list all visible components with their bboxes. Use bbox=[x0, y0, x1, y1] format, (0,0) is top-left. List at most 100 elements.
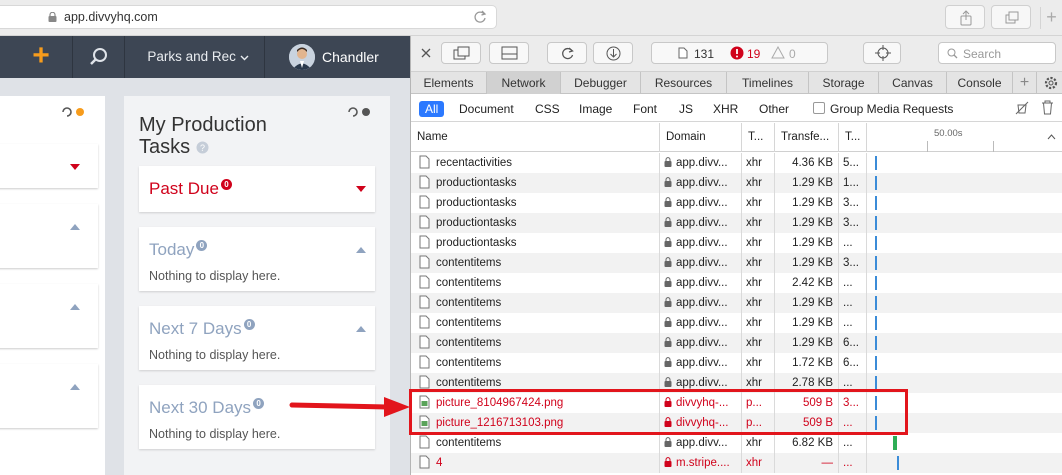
tab-network[interactable]: Network bbox=[487, 72, 561, 94]
app-navbar: + Parks and Rec Chandler bbox=[0, 36, 410, 78]
expand-caret-icon[interactable] bbox=[356, 247, 366, 253]
caret-down-icon[interactable] bbox=[70, 164, 80, 170]
task-card[interactable] bbox=[0, 284, 98, 348]
cell-name: productiontasks bbox=[411, 173, 660, 193]
share-button[interactable] bbox=[945, 5, 985, 29]
cell-transfer: 1.29 KB bbox=[775, 293, 839, 313]
document-icon bbox=[419, 275, 430, 289]
table-row[interactable]: contentitems app.divv... xhr 1.29 KB... bbox=[411, 313, 1062, 333]
lock-icon bbox=[664, 357, 672, 367]
cell-type: xhr bbox=[742, 273, 775, 293]
column-tools[interactable] bbox=[346, 105, 376, 119]
caret-up-icon[interactable] bbox=[70, 384, 80, 390]
cell-name: recentactivities bbox=[411, 153, 660, 173]
column-name[interactable]: Name bbox=[411, 123, 660, 152]
lock-icon bbox=[664, 277, 672, 287]
table-row[interactable]: 4 m.stripe.... xhr —... bbox=[411, 453, 1062, 473]
table-row[interactable]: contentitems app.divv... xhr 1.29 KB 6... bbox=[411, 333, 1062, 353]
reload-page-button[interactable] bbox=[547, 42, 587, 64]
table-row[interactable]: productiontasks app.divv... xhr 1.29 KB 1... bbox=[411, 173, 1062, 193]
task-card[interactable] bbox=[0, 364, 98, 428]
column-transfer[interactable]: Transfe... bbox=[775, 123, 839, 152]
activity-counts[interactable]: 131 19 0 bbox=[651, 42, 828, 64]
add-button[interactable]: + bbox=[16, 41, 66, 72]
table-row[interactable]: contentitems app.divv... xhr 1.29 KB 3... bbox=[411, 253, 1062, 273]
org-switcher[interactable]: Parks and Rec bbox=[132, 36, 264, 78]
nav-divider bbox=[124, 36, 125, 78]
lock-icon bbox=[664, 377, 672, 387]
waterfall-bar bbox=[875, 336, 877, 350]
column-type[interactable]: T... bbox=[742, 123, 775, 152]
table-row[interactable]: productiontasks app.divv... xhr 1.29 KB 3... bbox=[411, 193, 1062, 213]
address-bar[interactable]: app.divvyhq.com bbox=[0, 5, 497, 29]
table-row[interactable]: contentitems app.divv... xhr 2.42 KB... bbox=[411, 273, 1062, 293]
detach-button[interactable] bbox=[441, 42, 481, 64]
empty-note: Nothing to display here. bbox=[149, 348, 281, 362]
column-domain[interactable]: Domain bbox=[660, 123, 742, 152]
disable-cache-icon[interactable] bbox=[1015, 101, 1029, 115]
timeline-tick bbox=[993, 141, 994, 152]
avatar bbox=[289, 44, 315, 70]
task-card[interactable] bbox=[0, 144, 98, 188]
caret-up-icon[interactable] bbox=[70, 224, 80, 230]
new-tab-button[interactable]: + bbox=[1040, 7, 1062, 29]
download-har-button[interactable] bbox=[593, 42, 633, 64]
inspector-search[interactable]: Search bbox=[938, 42, 1056, 64]
highlight-box bbox=[409, 389, 908, 435]
table-row[interactable]: contentitems app.divv... xhr 6.82 KB... bbox=[411, 433, 1062, 453]
filter-image[interactable]: Image bbox=[579, 101, 612, 117]
add-tab-button[interactable]: + bbox=[1013, 72, 1037, 94]
past-due-card[interactable]: Past Due 0 bbox=[139, 166, 375, 212]
next-7-days-card[interactable]: Next 7 Days 0 Nothing to display here. bbox=[139, 306, 375, 370]
search-icon[interactable] bbox=[80, 46, 116, 68]
group-media-checkbox[interactable] bbox=[813, 102, 825, 114]
today-card[interactable]: Today 0 Nothing to display here. bbox=[139, 227, 375, 291]
tab-resources[interactable]: Resources bbox=[641, 72, 727, 94]
table-row[interactable]: contentitems app.divv... xhr 1.72 KB 6... bbox=[411, 353, 1062, 373]
column-waterfall: 50.00s bbox=[867, 123, 1062, 152]
filter-other[interactable]: Other bbox=[759, 101, 789, 117]
tab-debugger[interactable]: Debugger bbox=[561, 72, 641, 94]
cell-name: contentitems bbox=[411, 353, 660, 373]
user-menu[interactable]: Chandler bbox=[265, 36, 410, 78]
table-row[interactable]: productiontasks app.divv... xhr 1.29 KB 3... bbox=[411, 213, 1062, 233]
column-time[interactable]: T... bbox=[839, 123, 867, 152]
filter-js[interactable]: JS bbox=[679, 101, 693, 117]
cell-waterfall bbox=[867, 453, 1062, 473]
tab-canvas[interactable]: Canvas bbox=[879, 72, 947, 94]
collapse-caret-icon[interactable] bbox=[356, 186, 366, 192]
trash-icon[interactable] bbox=[1041, 100, 1054, 115]
filter-css[interactable]: CSS bbox=[535, 101, 560, 117]
task-card[interactable] bbox=[0, 204, 98, 268]
column-tools[interactable] bbox=[60, 105, 90, 119]
lock-icon bbox=[664, 317, 672, 327]
tab-storage[interactable]: Storage bbox=[809, 72, 879, 94]
tab-console[interactable]: Console bbox=[947, 72, 1013, 94]
inspect-element-button[interactable] bbox=[863, 42, 901, 64]
gear-icon[interactable] bbox=[1043, 75, 1059, 91]
waterfall-bar bbox=[875, 216, 877, 230]
cell-domain: app.divv... bbox=[660, 233, 742, 253]
tab-timelines[interactable]: Timelines bbox=[727, 72, 809, 94]
tabs-overview-button[interactable] bbox=[991, 5, 1031, 29]
help-icon[interactable]: ? bbox=[196, 141, 209, 154]
filter-all[interactable]: All bbox=[419, 101, 445, 117]
caret-up-icon[interactable] bbox=[70, 304, 80, 310]
tab-elements[interactable]: Elements bbox=[411, 72, 487, 94]
table-row[interactable]: contentitems app.divv... xhr 1.29 KB... bbox=[411, 293, 1062, 313]
expand-caret-icon[interactable] bbox=[356, 326, 366, 332]
dock-bottom-button[interactable] bbox=[489, 42, 529, 64]
cell-waterfall bbox=[867, 233, 1062, 253]
resource-count: 131 bbox=[694, 47, 715, 61]
sort-ascending-icon[interactable] bbox=[1047, 134, 1056, 140]
table-row[interactable]: recentactivities app.divv... xhr 4.36 KB 5..… bbox=[411, 153, 1062, 173]
cell-domain: app.divv... bbox=[660, 153, 742, 173]
filter-document[interactable]: Document bbox=[459, 101, 514, 117]
table-row[interactable]: productiontasks app.divv... xhr 1.29 KB... bbox=[411, 233, 1062, 253]
filter-font[interactable]: Font bbox=[633, 101, 657, 117]
close-icon[interactable] bbox=[421, 48, 431, 58]
reload-icon[interactable] bbox=[472, 9, 488, 25]
cell-waterfall bbox=[867, 193, 1062, 213]
filter-xhr[interactable]: XHR bbox=[713, 101, 738, 117]
cell-type: xhr bbox=[742, 353, 775, 373]
